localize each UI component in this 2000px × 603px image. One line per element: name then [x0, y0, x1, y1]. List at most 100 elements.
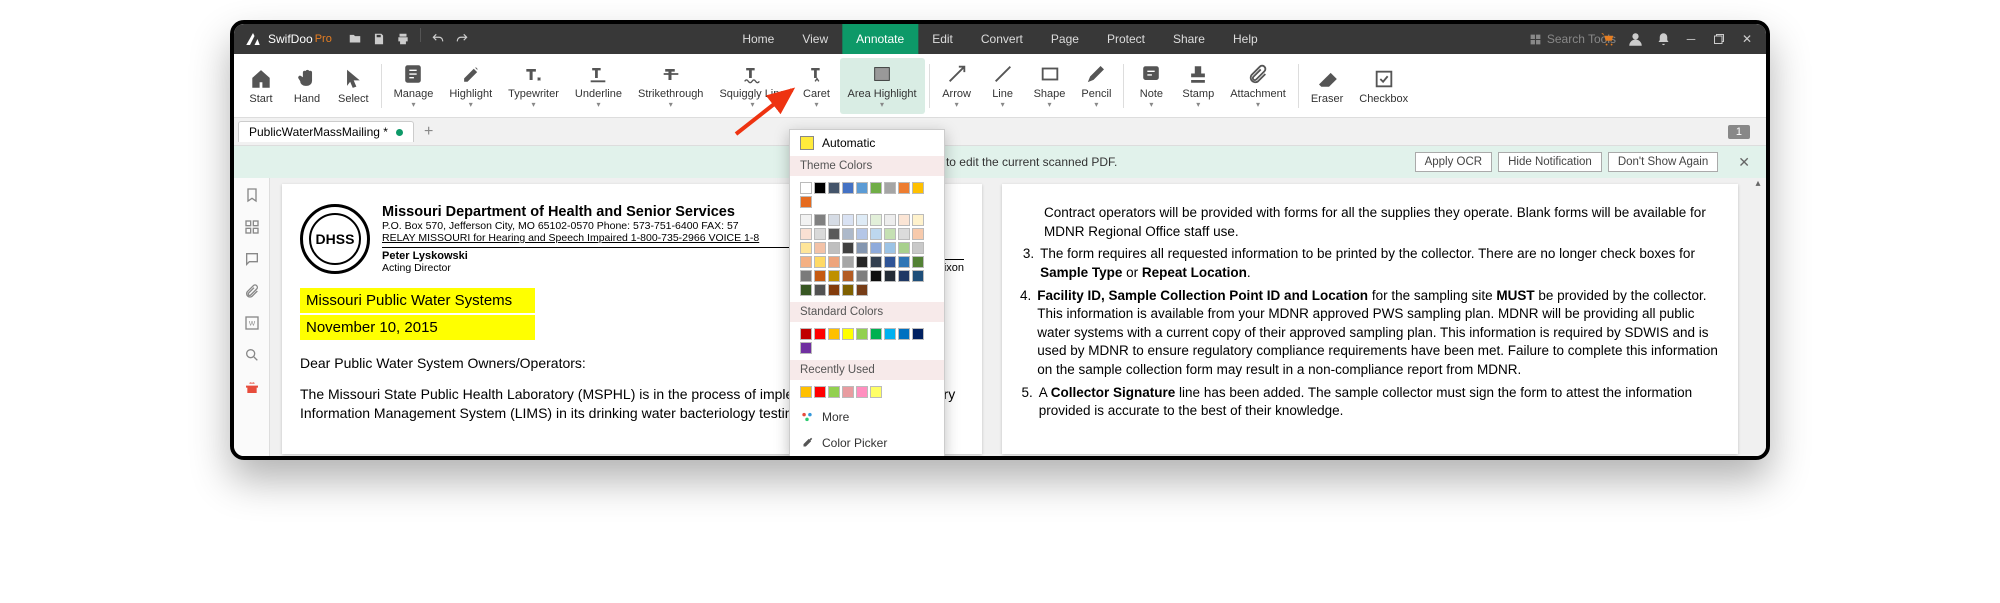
scrollbar[interactable]: ▴ — [1750, 178, 1766, 460]
add-tab-button[interactable]: + — [424, 123, 433, 141]
color-swatch[interactable] — [884, 242, 896, 254]
color-swatch[interactable] — [828, 182, 840, 194]
hide-notification-button[interactable]: Hide Notification — [1498, 152, 1602, 172]
color-swatch[interactable] — [912, 328, 924, 340]
color-swatch[interactable] — [898, 256, 910, 268]
automatic-color-row[interactable]: Automatic — [790, 130, 944, 156]
color-swatch[interactable] — [842, 242, 854, 254]
color-swatch[interactable] — [856, 386, 868, 398]
ribbon-squiggly-line[interactable]: TSquiggly Line▾ — [711, 58, 793, 114]
color-swatch[interactable] — [898, 214, 910, 226]
color-swatch[interactable] — [842, 270, 854, 282]
color-swatch[interactable] — [870, 256, 882, 268]
menu-tab-convert[interactable]: Convert — [967, 24, 1037, 54]
comments-icon[interactable] — [241, 248, 263, 270]
ribbon-arrow[interactable]: Arrow▾ — [934, 58, 980, 114]
ribbon-manage[interactable]: Manage▾ — [386, 58, 442, 114]
user-icon[interactable] — [1622, 26, 1648, 52]
color-swatch[interactable] — [800, 242, 812, 254]
color-swatch[interactable] — [898, 228, 910, 240]
maximize-icon[interactable] — [1706, 26, 1732, 52]
color-swatch[interactable] — [912, 270, 924, 282]
color-swatch[interactable] — [800, 342, 812, 354]
attachments-icon[interactable] — [241, 280, 263, 302]
color-swatch[interactable] — [884, 228, 896, 240]
color-swatch[interactable] — [842, 256, 854, 268]
color-swatch[interactable] — [898, 242, 910, 254]
thumbnails-icon[interactable] — [241, 216, 263, 238]
color-swatch[interactable] — [884, 214, 896, 226]
ribbon-eraser[interactable]: Eraser — [1303, 58, 1351, 114]
color-swatch[interactable] — [800, 270, 812, 282]
ribbon-note[interactable]: Note▾ — [1128, 58, 1174, 114]
color-swatch[interactable] — [828, 386, 840, 398]
menu-tab-home[interactable]: Home — [728, 24, 788, 54]
color-swatch[interactable] — [856, 284, 868, 296]
color-swatch[interactable] — [842, 386, 854, 398]
color-swatch[interactable] — [842, 328, 854, 340]
close-bar-icon[interactable]: ✕ — [1738, 154, 1750, 171]
file-tab[interactable]: PublicWaterMassMailing * — [238, 121, 414, 142]
close-icon[interactable]: ✕ — [1734, 26, 1760, 52]
color-swatch[interactable] — [814, 328, 826, 340]
color-swatch[interactable] — [856, 256, 868, 268]
color-swatch[interactable] — [828, 328, 840, 340]
ribbon-select[interactable]: Select — [330, 58, 377, 114]
color-swatch[interactable] — [842, 182, 854, 194]
color-swatch[interactable] — [814, 386, 826, 398]
ribbon-line[interactable]: Line▾ — [980, 58, 1026, 114]
ribbon-pencil[interactable]: Pencil▾ — [1073, 58, 1119, 114]
color-swatch[interactable] — [800, 256, 812, 268]
gift-icon[interactable] — [241, 376, 263, 398]
ribbon-underline[interactable]: TUnderline▾ — [567, 58, 630, 114]
color-swatch[interactable] — [884, 328, 896, 340]
ribbon-strikethrough[interactable]: TStrikethrough▾ — [630, 58, 711, 114]
redo-icon[interactable] — [451, 28, 473, 50]
menu-tab-annotate[interactable]: Annotate — [842, 24, 918, 54]
color-swatch[interactable] — [814, 256, 826, 268]
color-swatch[interactable] — [800, 386, 812, 398]
color-picker-button[interactable]: Color Picker — [790, 430, 944, 456]
save-icon[interactable] — [368, 28, 390, 50]
ribbon-shape[interactable]: Shape▾ — [1026, 58, 1074, 114]
color-swatch[interactable] — [870, 270, 882, 282]
color-swatch[interactable] — [800, 328, 812, 340]
color-swatch[interactable] — [800, 214, 812, 226]
color-swatch[interactable] — [800, 196, 812, 208]
color-swatch[interactable] — [800, 228, 812, 240]
color-swatch[interactable] — [884, 256, 896, 268]
color-swatch[interactable] — [912, 256, 924, 268]
color-swatch[interactable] — [828, 284, 840, 296]
color-swatch[interactable] — [842, 284, 854, 296]
ribbon-checkbox[interactable]: Checkbox — [1351, 58, 1416, 114]
color-swatch[interactable] — [856, 270, 868, 282]
ribbon-highlight[interactable]: Highlight▾ — [441, 58, 500, 114]
color-swatch[interactable] — [912, 228, 924, 240]
color-swatch[interactable] — [856, 328, 868, 340]
color-swatch[interactable] — [800, 182, 812, 194]
menu-tab-page[interactable]: Page — [1037, 24, 1093, 54]
color-swatch[interactable] — [912, 242, 924, 254]
ribbon-area-highlight[interactable]: Area Highlight▾ — [840, 58, 925, 114]
color-swatch[interactable] — [842, 228, 854, 240]
undo-icon[interactable] — [427, 28, 449, 50]
ribbon-start[interactable]: Start — [238, 58, 284, 114]
color-swatch[interactable] — [856, 214, 868, 226]
color-swatch[interactable] — [870, 242, 882, 254]
menu-tab-edit[interactable]: Edit — [918, 24, 967, 54]
color-swatch[interactable] — [912, 214, 924, 226]
color-swatch[interactable] — [870, 328, 882, 340]
color-swatch[interactable] — [814, 270, 826, 282]
color-swatch[interactable] — [828, 242, 840, 254]
color-swatch[interactable] — [800, 284, 812, 296]
color-swatch[interactable] — [870, 386, 882, 398]
menu-tab-share[interactable]: Share — [1159, 24, 1219, 54]
color-swatch[interactable] — [898, 182, 910, 194]
color-swatch[interactable] — [870, 182, 882, 194]
menu-tab-protect[interactable]: Protect — [1093, 24, 1159, 54]
color-swatch[interactable] — [912, 182, 924, 194]
dont-show-again-button[interactable]: Don't Show Again — [1608, 152, 1718, 172]
ribbon-stamp[interactable]: Stamp▾ — [1174, 58, 1222, 114]
search-icon[interactable] — [241, 344, 263, 366]
open-icon[interactable] — [344, 28, 366, 50]
